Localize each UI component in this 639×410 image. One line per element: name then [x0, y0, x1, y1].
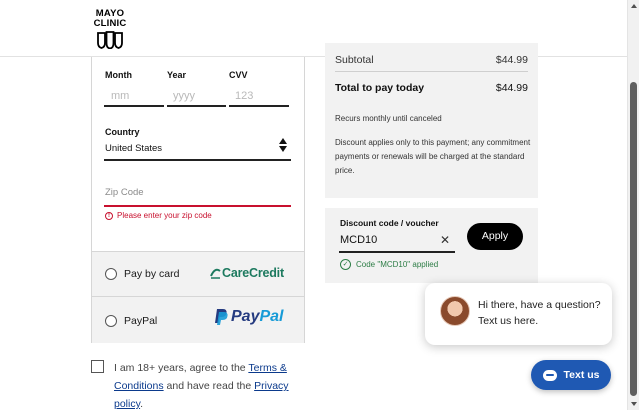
mayo-clinic-logo[interactable]: MAYO CLINIC	[93, 9, 127, 49]
check-circle-icon: ✓	[340, 259, 351, 270]
payment-option-carecredit[interactable]: Pay by card CareCredit	[92, 251, 304, 296]
cvv-label: CVV	[229, 70, 248, 80]
carecredit-logo: CareCredit	[210, 266, 284, 280]
discount-code-underline	[339, 251, 455, 253]
logo-text-line2: CLINIC	[93, 18, 127, 29]
paypal-p-icon	[215, 309, 228, 325]
country-underline	[104, 159, 291, 161]
code-applied-text: Code "MCD10" applied	[356, 260, 439, 269]
clear-code-icon[interactable]: ✕	[440, 233, 450, 247]
total-value: $44.99	[495, 82, 528, 94]
discount-panel: Discount code / voucher MCD10 ✕ Apply ✓ …	[325, 208, 538, 283]
cvv-underline	[229, 105, 289, 107]
chat-greeting-bubble[interactable]: Hi there, have a question? Text us here.	[425, 283, 612, 345]
zip-error-text: Please enter your zip code	[117, 211, 212, 220]
year-input[interactable]: yyyy	[173, 90, 195, 102]
scroll-up-arrow-icon[interactable]	[631, 4, 637, 8]
carecredit-logo-text: CareCredit	[222, 266, 284, 280]
checkout-page: MAYO CLINIC Month mm Year yyyy CVV 123 C…	[0, 0, 639, 410]
zip-code-underline	[104, 205, 291, 207]
agree-text-c: .	[140, 398, 143, 410]
agree-checkbox[interactable]	[91, 360, 104, 373]
page-scrollbar[interactable]	[627, 0, 639, 410]
order-summary: Subtotal $44.99 Total to pay today $44.9…	[325, 43, 538, 198]
apply-button[interactable]: Apply	[467, 223, 523, 250]
month-label: Month	[105, 70, 132, 80]
agent-avatar	[440, 296, 470, 326]
total-label: Total to pay today	[335, 82, 425, 94]
agree-text-b: and have read the	[163, 380, 255, 392]
agree-text-a: I am 18+ years, agree to the	[114, 362, 249, 374]
discount-applies-note: Discount applies only to this payment; a…	[335, 138, 531, 175]
paypal-logo-text-a: Pay	[231, 308, 260, 325]
discount-code-input[interactable]: MCD10	[340, 234, 377, 246]
paypal-radio[interactable]	[105, 315, 117, 327]
chat-icon	[542, 369, 557, 381]
paypal-logo-text-b: Pal	[259, 308, 284, 325]
select-arrows-icon[interactable]	[278, 138, 288, 154]
agreement-text: I am 18+ years, agree to the Terms & Con…	[114, 359, 310, 410]
text-us-button[interactable]: Text us	[531, 360, 611, 390]
discount-code-label: Discount code / voucher	[340, 218, 439, 228]
total-row: Total to pay today $44.99	[335, 82, 528, 94]
code-applied-message: ✓ Code "MCD10" applied	[340, 259, 438, 270]
summary-divider	[335, 71, 528, 72]
scrollbar-thumb[interactable]	[630, 82, 637, 396]
subtotal-value: $44.99	[495, 54, 528, 66]
country-label: Country	[105, 127, 140, 137]
text-us-label: Text us	[563, 369, 600, 381]
paypal-option-label: PayPal	[124, 315, 158, 327]
country-select[interactable]: United States	[105, 143, 162, 154]
carecredit-option-label: Pay by card	[124, 268, 180, 280]
zip-code-input[interactable]: Zip Code	[105, 187, 144, 198]
year-underline	[167, 105, 226, 107]
subtotal-row: Subtotal $44.99	[335, 54, 528, 66]
payment-option-paypal[interactable]: PayPal PayPal	[92, 296, 304, 343]
carecredit-radio[interactable]	[105, 268, 117, 280]
shield-logo-icon	[97, 31, 123, 49]
paypal-logo: PayPal	[214, 308, 283, 326]
error-icon: !	[105, 211, 113, 220]
chat-greeting-text: Hi there, have a question? Text us here.	[478, 299, 601, 327]
year-label: Year	[167, 70, 187, 80]
recurs-note: Recurs monthly until canceled	[335, 114, 442, 123]
subtotal-label: Subtotal	[335, 54, 374, 66]
scroll-down-arrow-icon[interactable]	[631, 402, 637, 406]
zip-error-message: ! Please enter your zip code	[105, 211, 212, 220]
cvv-input[interactable]: 123	[235, 90, 253, 102]
carecredit-swoosh-icon	[210, 268, 221, 279]
month-input[interactable]: mm	[111, 90, 129, 102]
month-underline	[104, 105, 164, 107]
